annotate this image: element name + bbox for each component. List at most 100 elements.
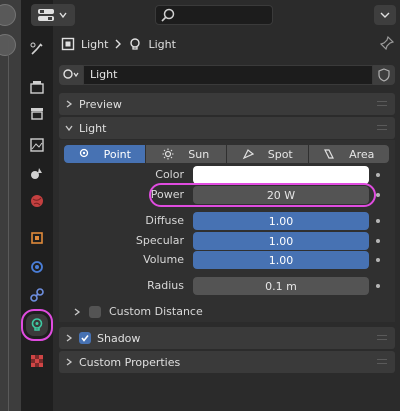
specular-label: Specular: [135, 234, 184, 247]
checkmark-icon: [81, 335, 89, 342]
diffuse-label: Diffuse: [145, 214, 184, 227]
color-label: Color: [155, 168, 184, 181]
panel-header-shadow[interactable]: Shadow: [59, 327, 395, 349]
world-icon: [31, 195, 43, 207]
tab-object[interactable]: [26, 227, 48, 249]
constraints-icon: [30, 288, 44, 302]
spot-light-icon: [242, 149, 254, 160]
point-light-icon: [79, 148, 88, 158]
drag-grip-icon[interactable]: [377, 359, 387, 364]
tab-output[interactable]: [26, 102, 48, 124]
object-icon: [31, 232, 43, 244]
breadcrumb-data-name: Light: [148, 37, 176, 51]
output-icon: [31, 108, 43, 120]
light-type-area-label: Area: [349, 147, 375, 161]
light-bulb-icon: [31, 318, 43, 331]
drag-grip-icon[interactable]: [377, 125, 387, 130]
power-label: Power: [150, 188, 184, 201]
color-swatch[interactable]: [193, 166, 369, 184]
keyframe-dot-icon[interactable]: [376, 239, 380, 243]
custom-distance-subpanel[interactable]: Custom Distance: [73, 305, 203, 318]
power-field[interactable]: 20 W: [193, 186, 369, 204]
light-type-point-label: Point: [103, 147, 131, 161]
view-layer-icon: [30, 138, 44, 152]
panel-title-preview: Preview: [79, 97, 122, 111]
tool-icon: [30, 42, 43, 55]
datablock-name-field[interactable]: Light: [83, 64, 373, 85]
properties-tab-column: [21, 0, 53, 411]
keyframe-dot-icon[interactable]: [376, 193, 380, 197]
panel-title-light: Light: [79, 121, 107, 135]
tab-physics[interactable]: [26, 256, 48, 278]
panel-header-preview[interactable]: Preview: [59, 93, 395, 115]
chevron-down-icon: [380, 12, 390, 18]
radius-label: Radius: [147, 279, 184, 292]
keyframe-dot-icon[interactable]: [376, 284, 380, 288]
properties-editor-icon: [38, 9, 54, 21]
tab-tool[interactable]: [26, 38, 48, 60]
shield-icon: [378, 67, 390, 82]
volume-slider[interactable]: 1.00: [193, 251, 369, 269]
options-menu-button[interactable]: [374, 5, 396, 25]
viewport-edge: [0, 0, 21, 411]
custom-distance-checkbox[interactable]: [89, 305, 101, 318]
panel-title-shadow: Shadow: [97, 331, 141, 345]
keyframe-dot-icon[interactable]: [376, 258, 380, 262]
chevron-right-icon: [74, 307, 81, 316]
custom-distance-label: Custom Distance: [109, 305, 203, 318]
scene-icon: [31, 168, 42, 179]
light-type-point[interactable]: Point: [64, 145, 145, 163]
shadow-checkbox[interactable]: [79, 332, 91, 344]
tab-world[interactable]: [26, 190, 48, 212]
drag-grip-icon[interactable]: [377, 335, 387, 340]
keyframe-dot-icon[interactable]: [376, 173, 380, 177]
properties-editor: Light Light Light Preview Light Point Su…: [31, 0, 400, 411]
render-icon: [30, 81, 44, 94]
light-type-spot-label: Spot: [267, 147, 293, 161]
light-type-spot[interactable]: Spot: [227, 145, 308, 163]
keyframe-dot-icon[interactable]: [376, 219, 380, 223]
sun-icon: [162, 148, 174, 160]
chevron-right-icon: [66, 100, 73, 108]
area-light-icon: [324, 149, 335, 159]
chevron-down-icon: [65, 125, 73, 132]
light-type-selector: Point Sun Spot Area: [64, 145, 389, 163]
light-type-sun-label: Sun: [188, 147, 210, 161]
light-browse-icon: [63, 68, 79, 79]
tab-light-data[interactable]: [21, 309, 53, 341]
viewport-divider: [8, 40, 9, 411]
tab-texture[interactable]: [26, 350, 48, 372]
datablock-browse-button[interactable]: [59, 64, 83, 85]
light-type-area[interactable]: Area: [308, 145, 389, 163]
breadcrumb-object-name: Light: [81, 37, 109, 51]
search-input[interactable]: [155, 5, 273, 25]
diffuse-slider[interactable]: 1.00: [193, 212, 369, 230]
pin-icon[interactable]: [380, 36, 394, 50]
chevron-down-icon: [59, 12, 67, 19]
light-data-icon: [130, 38, 141, 50]
physics-icon: [31, 261, 43, 273]
chevron-right-icon: [66, 334, 73, 342]
light-datablock-selector: Light: [59, 64, 395, 85]
tab-view-layer[interactable]: [26, 134, 48, 156]
tab-render[interactable]: [26, 76, 48, 98]
light-type-sun[interactable]: Sun: [145, 145, 226, 163]
radius-field[interactable]: 0.1 m: [193, 277, 369, 295]
tab-scene[interactable]: [26, 162, 48, 184]
editor-type-button[interactable]: [31, 4, 75, 26]
specular-slider[interactable]: 1.00: [193, 232, 369, 250]
breadcrumb: Light Light: [61, 34, 176, 54]
chevron-right-icon: [115, 39, 122, 49]
panel-title-custom-properties: Custom Properties: [79, 355, 181, 369]
fake-user-button[interactable]: [373, 64, 395, 85]
panel-header-light[interactable]: Light: [59, 117, 395, 139]
search-icon: [161, 8, 175, 22]
tab-constraints[interactable]: [26, 284, 48, 306]
panel-header-custom-properties[interactable]: Custom Properties: [59, 351, 395, 373]
object-data-icon: [61, 37, 75, 51]
drag-grip-icon[interactable]: [377, 101, 387, 106]
properties-header: [31, 0, 400, 30]
texture-icon: [31, 355, 43, 367]
viewport-gizmo-button[interactable]: [0, 4, 16, 26]
chevron-right-icon: [66, 358, 73, 366]
